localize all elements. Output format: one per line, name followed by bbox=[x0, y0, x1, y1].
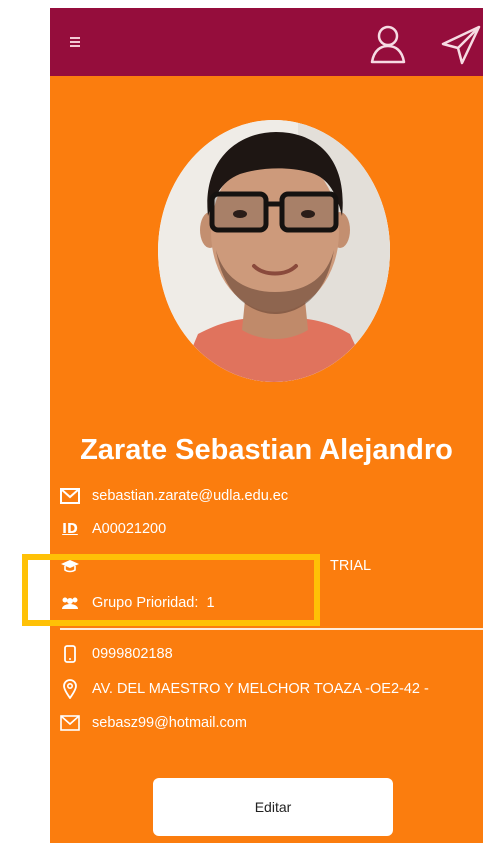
career-text: TRIAL bbox=[330, 558, 372, 574]
phone-text: 0999802188 bbox=[92, 646, 173, 662]
personal-email-text: sebasz99@hotmail.com bbox=[92, 715, 247, 731]
location-pin-icon bbox=[60, 679, 80, 699]
id-text: A00021200 bbox=[92, 521, 167, 537]
envelope-icon bbox=[60, 486, 80, 506]
profile-name: Zarate Sebastian Alejandro bbox=[80, 434, 453, 466]
app-screen: Zarate Sebastian Alejandro sebastian.zar… bbox=[50, 8, 483, 843]
address-text: AV. DEL MAESTRO Y MELCHOR TOAZA -OE2-42 … bbox=[92, 681, 429, 697]
email-text: sebastian.zarate@udla.edu.ec bbox=[92, 488, 289, 504]
paper-plane-icon[interactable] bbox=[440, 24, 482, 66]
highlight-annotation-box bbox=[22, 554, 320, 626]
envelope-outline-icon bbox=[60, 713, 80, 733]
hamburger-menu-icon[interactable] bbox=[70, 37, 80, 47]
id-icon: ID bbox=[62, 521, 78, 537]
profile-photo bbox=[158, 120, 390, 382]
section-divider bbox=[60, 628, 483, 630]
edit-button[interactable]: Editar bbox=[153, 778, 393, 836]
mobile-phone-icon bbox=[60, 644, 80, 664]
top-app-bar bbox=[50, 8, 483, 76]
user-icon[interactable] bbox=[368, 22, 408, 66]
profile-photo-image bbox=[158, 120, 390, 382]
